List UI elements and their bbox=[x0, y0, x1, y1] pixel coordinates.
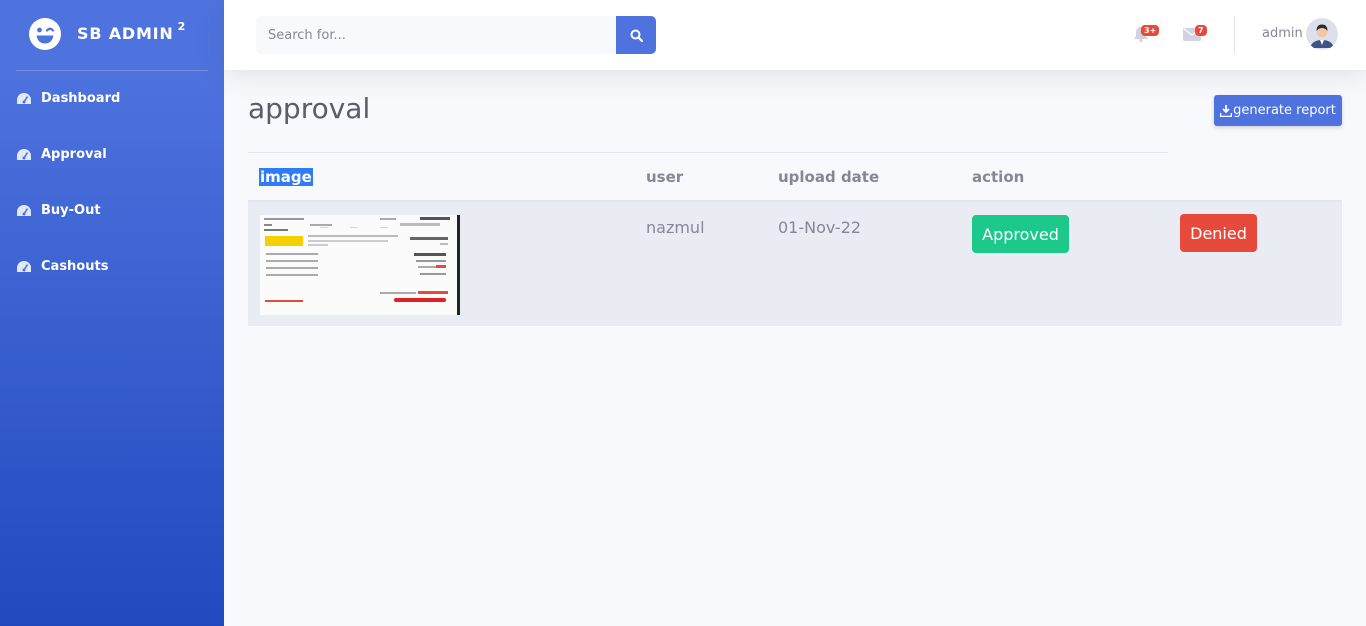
tachometer-icon bbox=[17, 204, 31, 216]
search-button[interactable] bbox=[616, 16, 656, 54]
alerts-badge: 3+ bbox=[1141, 25, 1160, 36]
table-top-border bbox=[248, 152, 1168, 153]
alerts-dropdown[interactable]: 3+ bbox=[1128, 0, 1168, 70]
page-title: approval bbox=[248, 92, 371, 125]
tachometer-icon bbox=[17, 92, 31, 104]
user-avatar-icon bbox=[1306, 18, 1338, 50]
laugh-wink-icon bbox=[29, 18, 61, 50]
deny-button[interactable]: Denied bbox=[1180, 214, 1257, 252]
brand-title: SB ADMIN 2 bbox=[77, 20, 187, 43]
sidebar-divider bbox=[16, 70, 208, 71]
uploaded-receipt-image[interactable] bbox=[260, 215, 460, 315]
topbar-divider bbox=[1234, 16, 1235, 54]
sidebar-item-dashboard[interactable]: Dashboard bbox=[16, 91, 120, 106]
messages-dropdown[interactable]: 7 bbox=[1180, 0, 1220, 70]
column-header-user: user bbox=[646, 168, 684, 186]
sidebar-item-approval[interactable]: Approval bbox=[16, 147, 107, 162]
generate-report-label: generate report bbox=[1233, 103, 1336, 118]
generate-report-button[interactable]: generate report bbox=[1214, 95, 1342, 126]
search-icon bbox=[630, 29, 643, 42]
approve-button[interactable]: Approved bbox=[972, 215, 1069, 253]
upload-date-cell: 01-Nov-22 bbox=[778, 218, 862, 237]
sidebar-item-buy-out[interactable]: Buy-Out bbox=[16, 203, 101, 218]
sidebar-item-label: Buy-Out bbox=[41, 203, 101, 218]
sidebar-item-label: Cashouts bbox=[41, 259, 109, 274]
tachometer-icon bbox=[17, 148, 31, 160]
topbar: 3+ 7 admin bbox=[224, 0, 1366, 70]
sidebar-item-label: Dashboard bbox=[41, 91, 121, 106]
messages-badge: 7 bbox=[1195, 25, 1207, 36]
user-name[interactable]: admin bbox=[1262, 26, 1303, 41]
column-header-image: image bbox=[259, 168, 313, 186]
column-header-upload-date: upload date bbox=[778, 168, 880, 186]
sidebar-item-cashouts[interactable]: Cashouts bbox=[16, 259, 108, 274]
search-input[interactable] bbox=[256, 16, 616, 54]
avatar[interactable] bbox=[1306, 18, 1338, 50]
user-cell: nazmul bbox=[646, 218, 705, 237]
sidebar-item-label: Approval bbox=[41, 147, 107, 162]
sidebar-brand[interactable]: SB ADMIN 2 bbox=[0, 0, 224, 70]
sidebar: SB ADMIN 2 Dashboard Approval Buy-Out Cas… bbox=[0, 0, 224, 626]
column-header-action: action bbox=[972, 168, 1025, 186]
tachometer-icon bbox=[17, 260, 31, 272]
download-icon bbox=[1220, 104, 1233, 117]
receipt-thumbnail bbox=[260, 215, 457, 315]
